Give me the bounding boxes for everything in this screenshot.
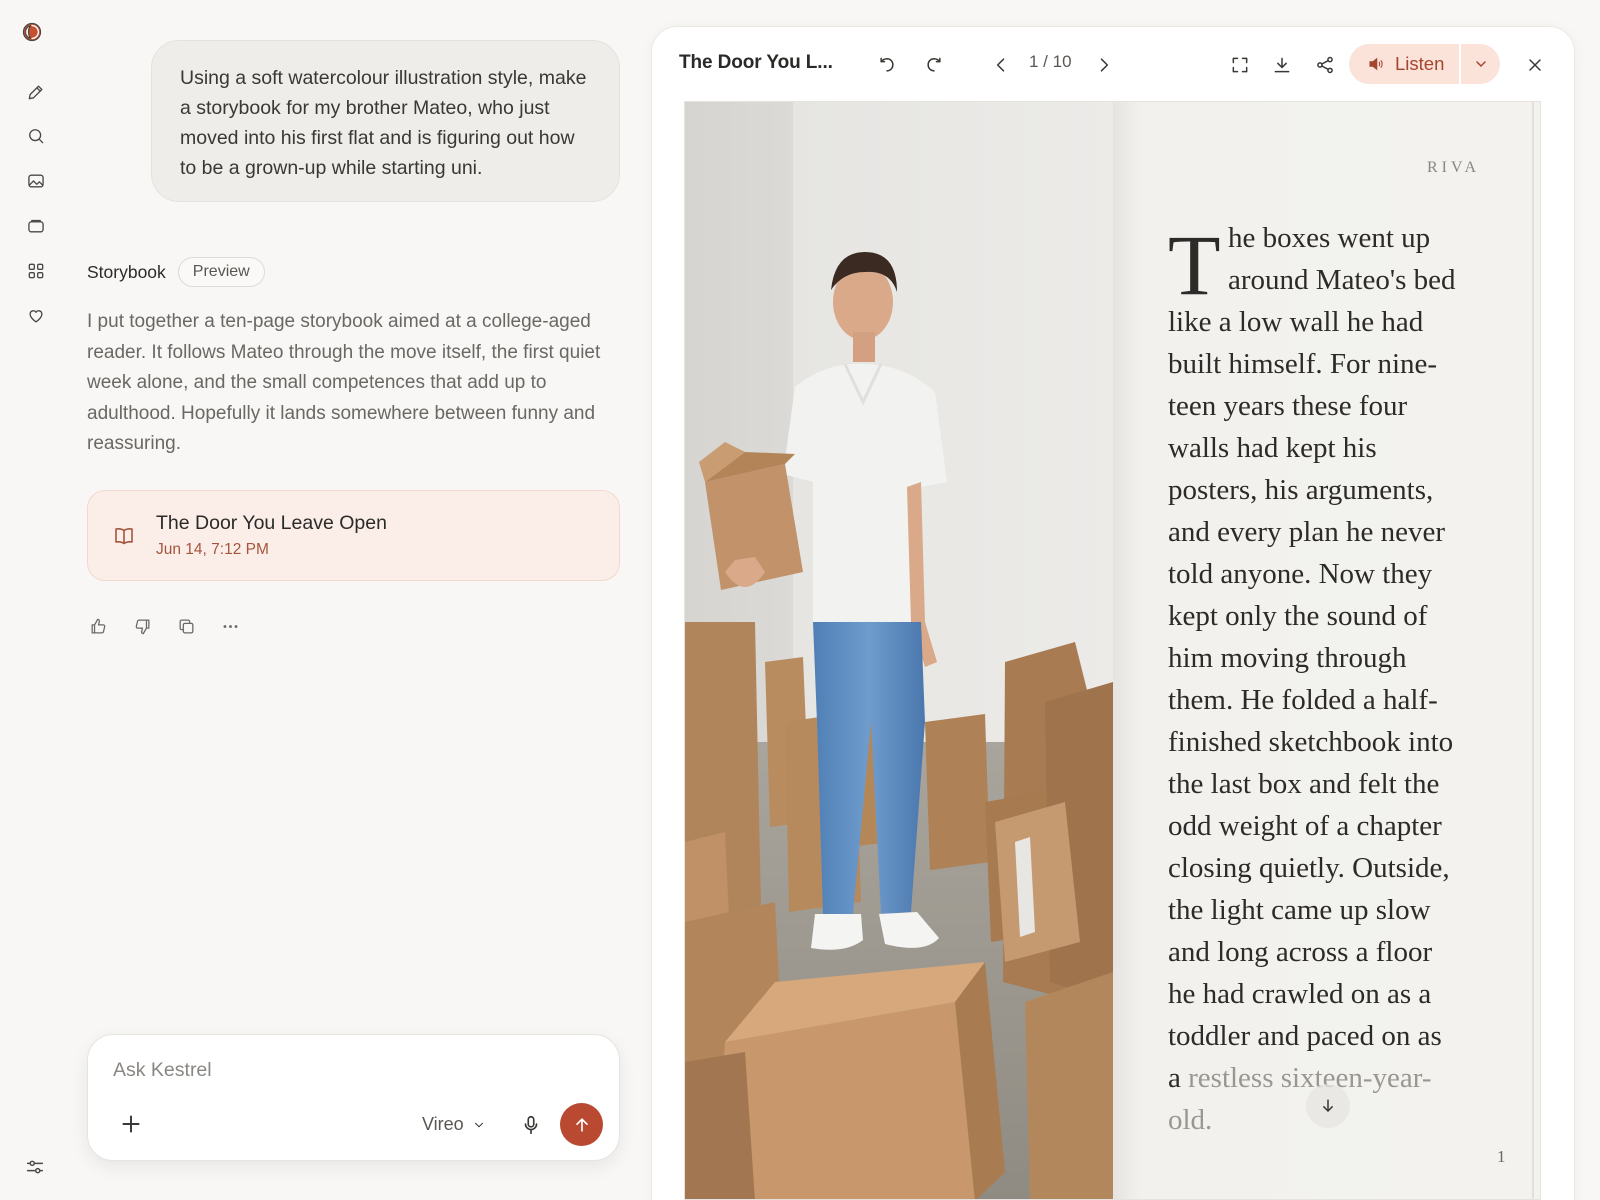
story-line: he boxes went up — [1228, 222, 1431, 254]
story-line: closing quietly. Outside, — [1168, 852, 1450, 884]
storybook-date: Jun 14, 7:12 PM — [156, 541, 269, 558]
apps-icon[interactable] — [24, 259, 48, 283]
image-icon[interactable] — [24, 169, 48, 193]
story-line: like a low wall he had — [1168, 306, 1424, 338]
story-line: walls had kept his — [1168, 432, 1377, 464]
story-line: kept only the sound of — [1168, 600, 1428, 632]
thumbs-down-icon[interactable] — [131, 615, 153, 637]
story-line: the light came up slow — [1168, 894, 1431, 926]
chevron-right-icon[interactable] — [1090, 51, 1118, 79]
download-icon[interactable] — [1268, 51, 1296, 79]
story-line: odd weight of a chapter — [1168, 810, 1442, 842]
page-number: 1 — [1497, 1147, 1506, 1166]
story-line: old. — [1168, 1104, 1213, 1136]
illustration-image — [685, 102, 1113, 1199]
thumbs-up-icon[interactable] — [87, 615, 109, 637]
story-line: toddler and paced on as — [1168, 1020, 1442, 1052]
folder-icon[interactable] — [24, 214, 48, 238]
page-indicator: 1 / 10 — [1029, 52, 1072, 71]
viewer-title: The Door You L... — [679, 52, 833, 73]
storybook-card[interactable]: The Door You Leave Open Jun 14, 7:12 PM — [87, 490, 620, 581]
listen-button[interactable]: Listen — [1349, 44, 1500, 84]
story-line-faded: restless sixteen-year- — [1188, 1062, 1432, 1094]
chevron-down-icon — [1475, 61, 1486, 68]
feedback-bar — [87, 615, 241, 637]
page-edge — [1532, 102, 1534, 1199]
model-name: Vireo — [422, 1114, 464, 1134]
story-line: told anyone. Now they — [1168, 558, 1433, 590]
share-icon[interactable] — [1311, 51, 1339, 79]
user-message: Using a soft watercolour illustration st… — [151, 40, 620, 202]
fullscreen-icon[interactable] — [1226, 51, 1254, 79]
assistant-label: Storybook — [87, 261, 166, 282]
story-line: a restless sixteen-year- — [1168, 1062, 1432, 1095]
story-line: posters, his arguments, — [1168, 474, 1434, 506]
speaker-icon — [1369, 57, 1383, 71]
assistant-message: I put together a ten-page storybook aime… — [87, 311, 601, 454]
story-line: and long across a floor — [1168, 936, 1433, 968]
scroll-down-button[interactable] — [1306, 1084, 1350, 1128]
text-page: RIVA T he boxes went up around Mateo's b… — [1113, 102, 1540, 1199]
story-line: the last box and felt the — [1168, 768, 1440, 800]
mic-icon[interactable] — [520, 1113, 542, 1137]
more-icon[interactable] — [219, 615, 241, 637]
settings-icon[interactable] — [24, 1156, 48, 1180]
story-line: built himself. For nine- — [1168, 348, 1438, 380]
listen-label: Listen — [1395, 53, 1445, 74]
composer: Vireo — [87, 1034, 620, 1161]
story-line: around Mateo's bed — [1228, 264, 1456, 296]
story-line: finished sketchbook into — [1168, 726, 1454, 758]
chevron-left-icon[interactable] — [987, 51, 1015, 79]
story-line: him moving through — [1168, 642, 1407, 674]
assistant-header: Storybook Preview — [87, 257, 265, 287]
story-line: and every plan he never — [1168, 516, 1445, 548]
book-icon — [115, 527, 133, 544]
heart-icon[interactable] — [24, 304, 48, 328]
undo-icon[interactable] — [873, 51, 901, 79]
plus-icon[interactable] — [118, 1111, 144, 1137]
copy-icon[interactable] — [175, 615, 197, 637]
book-spread: RIVA T he boxes went up around Mateo's b… — [684, 101, 1541, 1200]
logo-icon[interactable] — [22, 22, 50, 50]
close-icon[interactable] — [1521, 51, 1549, 79]
preview-badge[interactable]: Preview — [177, 257, 265, 287]
drop-cap: T — [1168, 217, 1221, 313]
new-chat-icon[interactable] — [24, 80, 48, 104]
redo-icon[interactable] — [920, 51, 948, 79]
chat-input[interactable] — [113, 1055, 583, 1085]
story-line: them. He folded a half- — [1168, 684, 1438, 716]
author-name: RIVA — [1427, 159, 1481, 176]
story-line-start: a — [1168, 1062, 1189, 1094]
left-rail — [0, 0, 72, 1200]
chevron-down-icon — [474, 1122, 483, 1127]
arrow-down-icon — [1323, 1099, 1333, 1113]
storybook-title: The Door You Leave Open — [156, 512, 387, 534]
send-icon — [575, 1117, 588, 1132]
listen-options-button[interactable] — [1461, 56, 1500, 72]
model-selector[interactable]: Vireo — [422, 1114, 486, 1135]
story-line: teen years these four — [1168, 390, 1408, 422]
story-line: he had crawled on as a — [1168, 978, 1432, 1010]
search-icon[interactable] — [24, 124, 48, 148]
send-button[interactable] — [560, 1103, 603, 1146]
